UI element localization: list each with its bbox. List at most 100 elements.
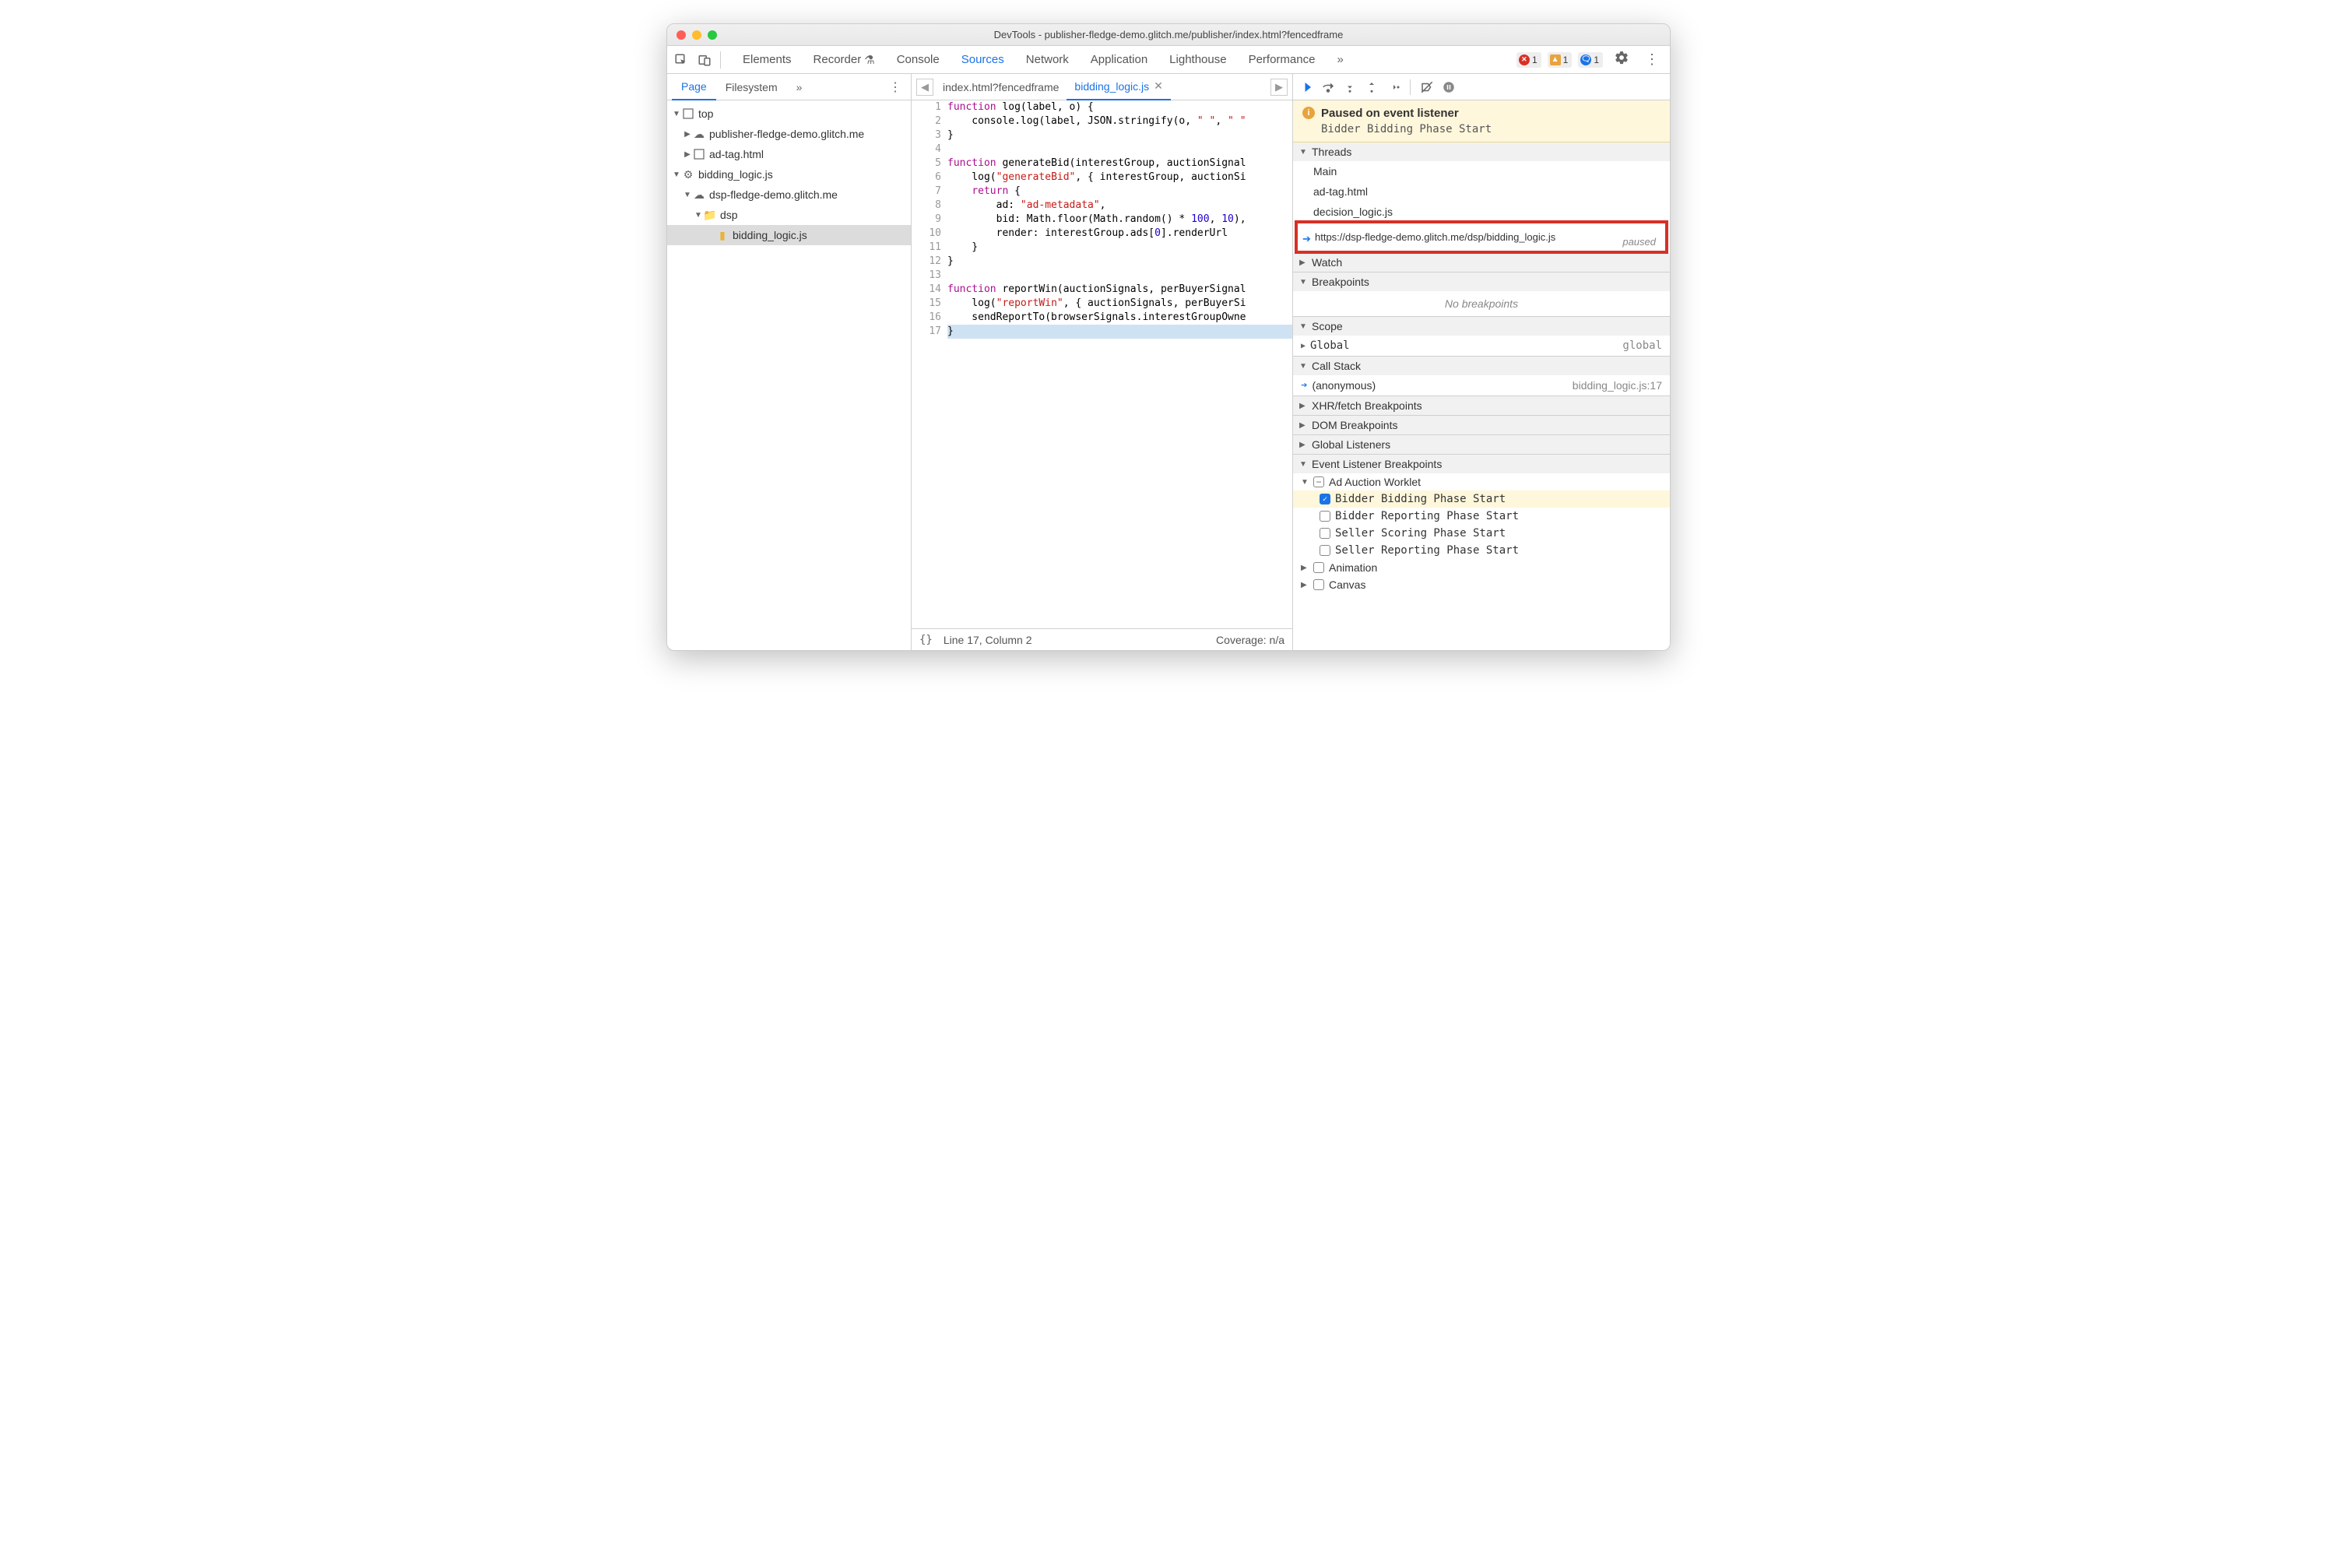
checkbox-checked[interactable]: ✓ <box>1320 494 1330 505</box>
tab-lighthouse[interactable]: Lighthouse <box>1158 47 1237 72</box>
more-tabs-icon[interactable]: » <box>1326 47 1354 72</box>
left-pane: Page Filesystem » ⋮ ▼ top ▶ ☁ publisher-… <box>667 74 912 650</box>
checkbox-indeterminate[interactable] <box>1313 476 1324 487</box>
tab-filesystem[interactable]: Filesystem <box>716 75 787 100</box>
elb-canvas[interactable]: ▶ Canvas <box>1293 576 1670 593</box>
resume-icon[interactable] <box>1299 80 1313 94</box>
elb-animation[interactable]: ▶ Animation <box>1293 559 1670 576</box>
checkbox-unchecked[interactable] <box>1320 511 1330 522</box>
no-breakpoints-label: No breakpoints <box>1293 291 1670 316</box>
line-gutter: 1234567891011121314151617 <box>912 100 947 628</box>
elb-seller-reporting[interactable]: Seller Reporting Phase Start <box>1293 542 1670 559</box>
callstack-frame[interactable]: ➔ (anonymous) bidding_logic.js:17 <box>1293 375 1670 396</box>
tree-top[interactable]: ▼ top <box>667 104 911 124</box>
tab-elements[interactable]: Elements <box>732 47 803 72</box>
file-tree: ▼ top ▶ ☁ publisher-fledge-demo.glitch.m… <box>667 100 911 650</box>
inspect-element-icon[interactable] <box>670 49 692 71</box>
editor-tab-index[interactable]: index.html?fencedframe <box>935 75 1067 100</box>
watch-header[interactable]: ▶Watch <box>1293 253 1670 272</box>
js-file-icon: ▮ <box>715 228 729 242</box>
tab-performance[interactable]: Performance <box>1238 47 1327 72</box>
debugger-pane: i Paused on event listener Bidder Biddin… <box>1293 74 1670 650</box>
tree-publisher-domain[interactable]: ▶ ☁ publisher-fledge-demo.glitch.me <box>667 124 911 144</box>
elb-bidder-bidding[interactable]: ✓ Bidder Bidding Phase Start <box>1293 490 1670 508</box>
current-thread-arrow-icon: ➔ <box>1302 233 1311 245</box>
center-pane: ◀ index.html?fencedframe bidding_logic.j… <box>912 74 1293 650</box>
tree-bidding-worklet[interactable]: ▼ ⚙ bidding_logic.js <box>667 164 911 185</box>
global-listeners-header[interactable]: ▶Global Listeners <box>1293 435 1670 454</box>
tab-page[interactable]: Page <box>672 74 716 100</box>
nav-back-icon[interactable]: ◀ <box>916 79 933 96</box>
tab-network[interactable]: Network <box>1015 47 1080 72</box>
threads-header[interactable]: ▼Threads <box>1293 142 1670 161</box>
step-into-icon[interactable] <box>1343 80 1357 94</box>
code-editor[interactable]: 1234567891011121314151617 function log(l… <box>912 100 1292 628</box>
pause-exceptions-icon[interactable] <box>1442 80 1456 94</box>
info-badge[interactable]: 🗨1 <box>1578 52 1603 68</box>
elb-seller-scoring[interactable]: Seller Scoring Phase Start <box>1293 525 1670 542</box>
devtools-window: DevTools - publisher-fledge-demo.glitch.… <box>666 23 1671 651</box>
tree-ad-tag[interactable]: ▶ ad-tag.html <box>667 144 911 164</box>
editor-statusbar: {} Line 17, Column 2 Coverage: n/a <box>912 628 1292 650</box>
thread-bidding-highlighted[interactable]: ➔ https://dsp-fledge-demo.glitch.me/dsp/… <box>1295 220 1668 254</box>
left-kebab-icon[interactable]: ⋮ <box>884 79 906 95</box>
callstack-section: ▼Call Stack ➔ (anonymous) bidding_logic.… <box>1293 357 1670 396</box>
breakpoints-header[interactable]: ▼Breakpoints <box>1293 272 1670 291</box>
watch-section: ▶Watch <box>1293 253 1670 272</box>
step-out-icon[interactable] <box>1365 80 1379 94</box>
checkbox-unchecked[interactable] <box>1320 545 1330 556</box>
xhr-header[interactable]: ▶XHR/fetch Breakpoints <box>1293 396 1670 415</box>
scope-header[interactable]: ▼Scope <box>1293 317 1670 336</box>
callstack-header[interactable]: ▼Call Stack <box>1293 357 1670 375</box>
deactivate-breakpoints-icon[interactable] <box>1420 80 1434 94</box>
elb-section: ▼Event Listener Breakpoints ▼ Ad Auction… <box>1293 455 1670 593</box>
flask-icon: ⚗ <box>864 53 874 67</box>
device-toggle-icon[interactable] <box>694 49 715 71</box>
checkbox-unchecked[interactable] <box>1313 562 1324 573</box>
nav-forward-icon[interactable]: ▶ <box>1270 79 1288 96</box>
step-over-icon[interactable] <box>1321 80 1335 94</box>
main-toolbar: Elements Recorder ⚗ Console Sources Netw… <box>667 46 1670 74</box>
error-badge[interactable]: ✕1 <box>1516 52 1541 68</box>
info-icon: i <box>1302 107 1315 119</box>
scope-section: ▼Scope ▶ Global global <box>1293 317 1670 357</box>
body: Page Filesystem » ⋮ ▼ top ▶ ☁ publisher-… <box>667 74 1670 650</box>
close-tab-icon[interactable]: ✕ <box>1154 79 1163 93</box>
editor-tab-bidding[interactable]: bidding_logic.js✕ <box>1067 73 1170 100</box>
format-icon[interactable]: {} <box>919 634 933 646</box>
tab-recorder[interactable]: Recorder ⚗ <box>803 47 886 73</box>
cursor-position: Line 17, Column 2 <box>944 634 1032 646</box>
scope-global-row[interactable]: ▶ Global global <box>1293 336 1670 356</box>
elb-ad-auction[interactable]: ▼ Ad Auction Worklet <box>1293 473 1670 490</box>
checkbox-unchecked[interactable] <box>1313 579 1324 590</box>
breakpoints-section: ▼Breakpoints No breakpoints <box>1293 272 1670 317</box>
current-frame-arrow-icon: ➔ <box>1301 379 1307 392</box>
thread-main[interactable]: Main <box>1293 161 1670 181</box>
threads-section: ▼Threads Main ad-tag.html decision_logic… <box>1293 142 1670 253</box>
tab-application[interactable]: Application <box>1080 47 1158 72</box>
cloud-icon: ☁ <box>692 188 706 202</box>
more-left-tabs-icon[interactable]: » <box>787 75 812 100</box>
tab-console[interactable]: Console <box>886 47 951 72</box>
divider <box>720 51 721 69</box>
frame-icon <box>681 107 695 121</box>
tree-bidding-file[interactable]: ▮ bidding_logic.js <box>667 225 911 245</box>
step-icon[interactable] <box>1386 80 1400 94</box>
tab-sources[interactable]: Sources <box>951 47 1015 72</box>
dom-header[interactable]: ▶DOM Breakpoints <box>1293 416 1670 434</box>
settings-gear-icon[interactable] <box>1609 50 1634 69</box>
coverage-status: Coverage: n/a <box>1216 634 1284 646</box>
elb-bidder-reporting[interactable]: Bidder Reporting Phase Start <box>1293 508 1670 525</box>
elb-header[interactable]: ▼Event Listener Breakpoints <box>1293 455 1670 473</box>
left-tabs: Page Filesystem » ⋮ <box>667 74 911 100</box>
tree-dsp-domain[interactable]: ▼ ☁ dsp-fledge-demo.glitch.me <box>667 185 911 205</box>
window-title: DevTools - publisher-fledge-demo.glitch.… <box>667 29 1670 40</box>
pause-subtitle: Bidder Bidding Phase Start <box>1321 123 1492 135</box>
warning-badge[interactable]: ▲1 <box>1548 52 1573 68</box>
thread-adtag[interactable]: ad-tag.html <box>1293 181 1670 202</box>
thread-decision[interactable]: decision_logic.js <box>1293 202 1670 222</box>
checkbox-unchecked[interactable] <box>1320 528 1330 539</box>
debug-toolbar <box>1293 74 1670 100</box>
tree-dsp-folder[interactable]: ▼ 📁 dsp <box>667 205 911 225</box>
kebab-menu-icon[interactable]: ⋮ <box>1640 51 1664 68</box>
